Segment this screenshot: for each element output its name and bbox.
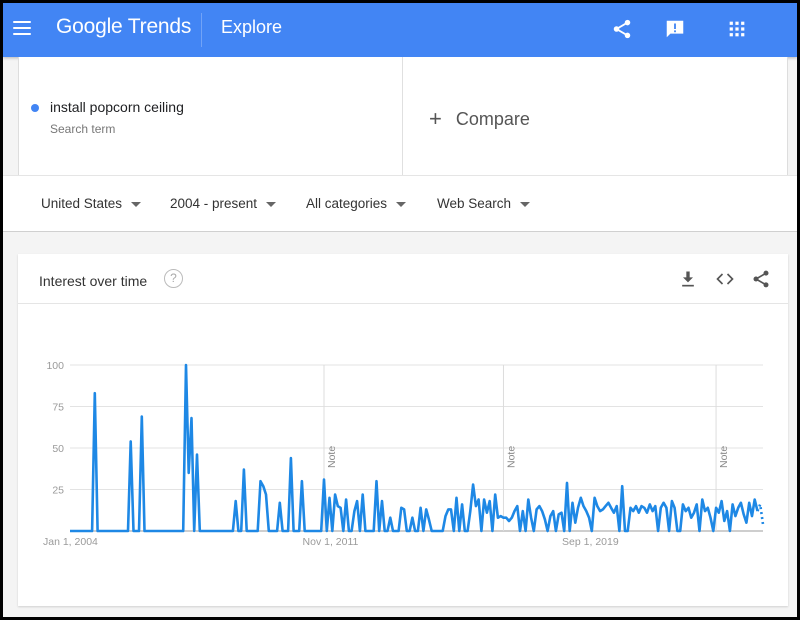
dropdown-arrow-icon bbox=[266, 201, 277, 207]
menu-icon[interactable] bbox=[13, 21, 31, 35]
region-dropdown[interactable]: United States bbox=[41, 196, 142, 211]
compare-label: Compare bbox=[455, 109, 530, 129]
logo-trends: Trends bbox=[127, 15, 192, 38]
dropdown-arrow-icon bbox=[396, 201, 407, 207]
search-term-type: Search term bbox=[50, 122, 116, 136]
search-term-card[interactable]: install popcorn ceiling Search term bbox=[19, 57, 403, 175]
share-icon[interactable] bbox=[611, 18, 633, 40]
x-tick-label: Nov 1, 2011 bbox=[303, 536, 359, 548]
y-tick-label: 75 bbox=[52, 402, 64, 414]
header-divider bbox=[201, 13, 202, 47]
top-app-bar: Google Trends Explore bbox=[3, 3, 797, 57]
interest-line-chart: Note Note Note 25 50 75 100 Jan 1, 2004 Nov 1, … bbox=[43, 360, 765, 548]
x-tick-label: Sep 1, 2019 bbox=[562, 536, 619, 548]
feedback-icon[interactable] bbox=[664, 18, 686, 40]
page-title: Explore bbox=[221, 17, 283, 37]
dropdown-arrow-icon bbox=[520, 201, 531, 207]
search-type-value: Web Search bbox=[437, 196, 512, 211]
search-terms-panel: install popcorn ceiling Search term + Com… bbox=[18, 57, 788, 175]
region-value: United States bbox=[41, 196, 123, 211]
note-label[interactable]: Note bbox=[718, 446, 730, 468]
y-tick-label: 25 bbox=[52, 485, 64, 497]
filter-bar: United States 2004 - present All categor… bbox=[3, 175, 797, 232]
time-range-value: 2004 - present bbox=[170, 196, 258, 211]
note-label[interactable]: Note bbox=[505, 446, 517, 468]
term-color-dot bbox=[31, 104, 39, 112]
y-tick-label: 100 bbox=[46, 360, 64, 372]
category-dropdown[interactable]: All categories bbox=[306, 196, 407, 211]
compare-button[interactable]: + Compare bbox=[429, 105, 530, 131]
plus-icon: + bbox=[429, 106, 442, 131]
dropdown-arrow-icon bbox=[131, 201, 142, 207]
category-value: All categories bbox=[306, 196, 388, 211]
logo-google: Google bbox=[56, 15, 123, 38]
search-type-dropdown[interactable]: Web Search bbox=[437, 196, 531, 211]
interest-over-time-card: Interest over time ? Note Note Note 25 50 75… bbox=[18, 254, 788, 606]
x-tick-label: Jan 1, 2004 bbox=[43, 536, 98, 548]
y-tick-label: 50 bbox=[52, 443, 64, 455]
note-label[interactable]: Note bbox=[326, 446, 338, 468]
series-line-partial-data bbox=[756, 499, 765, 525]
search-term[interactable]: install popcorn ceiling bbox=[50, 99, 184, 115]
time-range-dropdown[interactable]: 2004 - present bbox=[170, 196, 277, 211]
google-trends-logo[interactable]: Google Trends bbox=[56, 15, 191, 39]
page-frame: Google Trends Explore install popcorn ce… bbox=[3, 3, 797, 617]
apps-grid-icon[interactable] bbox=[726, 18, 748, 40]
